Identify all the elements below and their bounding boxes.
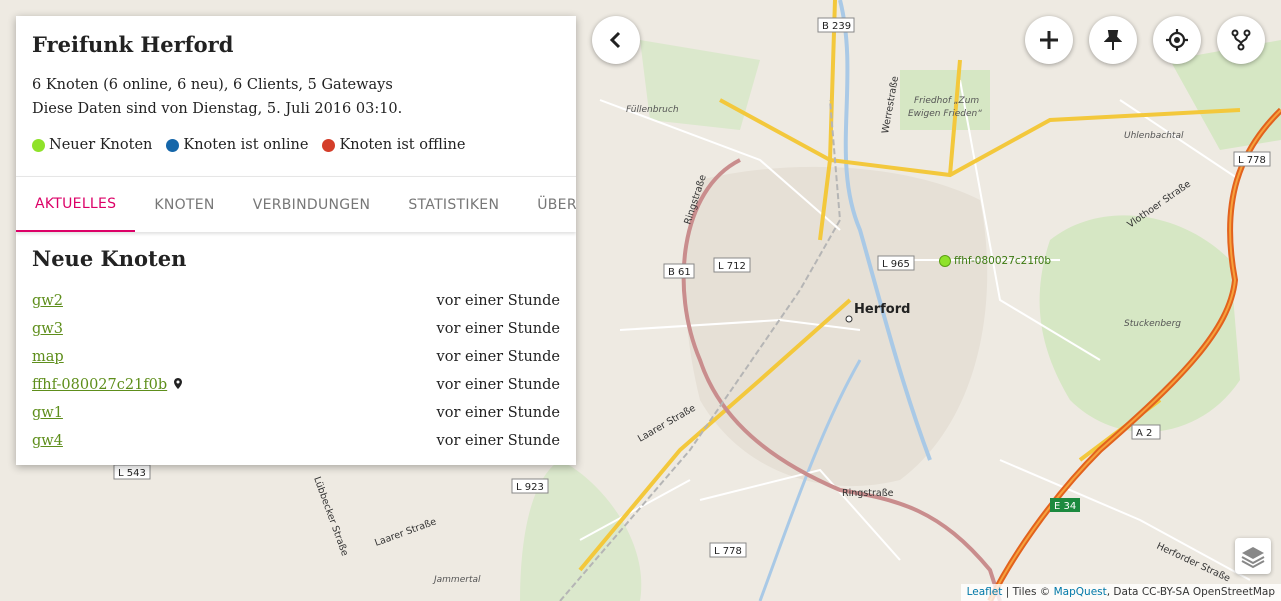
page-title: Freifunk Herford xyxy=(32,32,234,57)
crosshair-icon xyxy=(1166,29,1188,51)
leaflet-link[interactable]: Leaflet xyxy=(967,586,1003,598)
locate-button[interactable] xyxy=(1153,16,1201,64)
layers-icon xyxy=(1241,547,1265,569)
online-node-dot-icon xyxy=(166,138,180,152)
node-link-gw4[interactable]: gw4 xyxy=(32,433,63,449)
node-marker[interactable] xyxy=(939,255,951,267)
legend-offline: Knoten ist offline xyxy=(322,137,465,153)
road-label-l923: L 923 xyxy=(516,482,544,493)
place-jammertal: Jammertal xyxy=(432,575,481,585)
node-time: vor einer Stunde xyxy=(436,349,560,365)
node-link-gw3[interactable]: gw3 xyxy=(32,321,63,337)
tab-bar: AKTUELLES KNOTEN VERBINDUNGEN STATISTIKE… xyxy=(16,176,576,232)
place-uhlenbachtal: Uhlenbachtal xyxy=(1124,131,1184,141)
place-stuckenberg: Stuckenberg xyxy=(1124,319,1181,329)
legend-new-label: Neuer Knoten xyxy=(49,137,153,153)
list-item: gw3 vor einer Stunde xyxy=(32,315,560,343)
legend-online: Knoten ist online xyxy=(166,137,308,153)
road-label-e34: E 34 xyxy=(1054,501,1076,512)
chevron-left-icon xyxy=(609,31,621,49)
city-label: Herford xyxy=(854,302,910,317)
road-label-l965: L 965 xyxy=(882,259,910,270)
offline-node-dot-icon xyxy=(322,138,336,152)
legend-online-label: Knoten ist online xyxy=(183,137,309,153)
list-item: map vor einer Stunde xyxy=(32,343,560,371)
list-item: gw2 vor einer Stunde xyxy=(32,287,560,315)
node-time: vor einer Stunde xyxy=(436,293,560,309)
pushpin-icon xyxy=(1104,30,1122,50)
map-pin-icon[interactable] xyxy=(170,378,183,392)
node-label: ffhf-080027c21f0b xyxy=(954,255,1051,267)
node-time: vor einer Stunde xyxy=(436,433,560,449)
new-node-dot-icon xyxy=(32,138,45,152)
layers-button[interactable] xyxy=(1235,538,1271,574)
panel-header: Freifunk Herford 6 Knoten (6 online, 6 n… xyxy=(16,16,576,176)
node-time: vor einer Stunde xyxy=(436,377,560,393)
list-item: gw1 vor einer Stunde xyxy=(32,399,560,427)
road-label-l778a: L 778 xyxy=(1238,155,1266,166)
node-link-ffhf[interactable]: ffhf-080027c21f0b xyxy=(32,377,167,393)
connections-button[interactable] xyxy=(1217,16,1265,64)
pin-button[interactable] xyxy=(1089,16,1137,64)
tab-knoten[interactable]: KNOTEN xyxy=(135,177,233,232)
road-label-b61: B 61 xyxy=(668,267,691,278)
city-marker xyxy=(845,315,853,323)
road-label-l543: L 543 xyxy=(118,468,146,479)
road-label-l778b: L 778 xyxy=(714,546,742,557)
map-attribution: Leaflet | Tiles © MapQuest, Data CC-BY-S… xyxy=(960,584,1281,601)
road-label-l712: L 712 xyxy=(718,261,746,272)
tab-verbindungen[interactable]: VERBINDUNGEN xyxy=(234,177,390,232)
node-link-map[interactable]: map xyxy=(32,349,64,365)
road-label-a2: A 2 xyxy=(1136,428,1152,439)
tab-aktuelles[interactable]: AKTUELLES xyxy=(16,177,136,232)
add-button[interactable] xyxy=(1025,16,1073,64)
street-ringstrasse-2: Ringstraße xyxy=(842,488,894,499)
fork-icon xyxy=(1231,29,1251,51)
timestamp-text: Diese Daten sind von Dienstag, 5. Juli 2… xyxy=(32,101,403,117)
place-friedhof-line1: Friedhof „Zum xyxy=(914,96,979,106)
legend-offline-label: Knoten ist offline xyxy=(339,137,466,153)
attribution-data: , Data CC-BY-SA OpenStreetMap xyxy=(1106,586,1275,598)
node-link-gw1[interactable]: gw1 xyxy=(32,405,63,421)
mapquest-link[interactable]: MapQuest xyxy=(1054,586,1107,598)
attribution-tiles: | Tiles © xyxy=(1002,586,1054,598)
road-label-b239: B 239 xyxy=(822,21,851,32)
place-friedhof-line2: Ewigen Frieden“ xyxy=(908,109,982,119)
tab-content: Neue Knoten gw2 vor einer Stunde gw3 vor… xyxy=(16,232,576,455)
list-item: gw4 vor einer Stunde xyxy=(32,427,560,455)
plus-icon xyxy=(1040,31,1058,49)
legend-new: Neuer Knoten xyxy=(32,137,152,153)
node-time: vor einer Stunde xyxy=(436,321,560,337)
node-link-gw2[interactable]: gw2 xyxy=(32,293,63,309)
tab-ueber[interactable]: ÜBER xyxy=(518,177,576,232)
section-heading: Neue Knoten xyxy=(32,246,187,271)
list-item: ffhf-080027c21f0b vor einer Stunde xyxy=(32,371,560,399)
collapse-sidebar-button[interactable] xyxy=(592,16,640,64)
summary-text: 6 Knoten (6 online, 6 neu), 6 Clients, 5… xyxy=(32,77,393,93)
node-time: vor einer Stunde xyxy=(436,405,560,421)
sidebar-panel: Freifunk Herford 6 Knoten (6 online, 6 n… xyxy=(16,16,576,465)
tab-statistiken[interactable]: STATISTIKEN xyxy=(389,177,518,232)
legend: Neuer Knoten Knoten ist online Knoten is… xyxy=(32,137,560,153)
place-fuellenbruch: Füllenbruch xyxy=(626,105,679,115)
